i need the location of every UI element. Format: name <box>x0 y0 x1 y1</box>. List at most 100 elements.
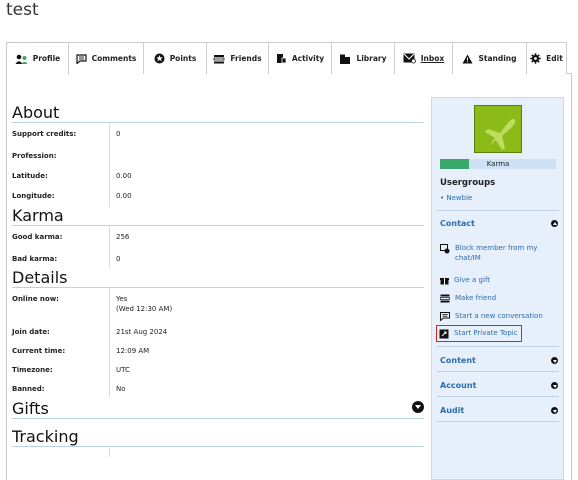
tab-comments[interactable]: Comments <box>68 42 144 74</box>
comment-icon <box>76 53 87 64</box>
tab-label: Comments <box>91 54 137 63</box>
action-label: Give a gift <box>454 276 491 284</box>
contact-title: Contact <box>440 219 475 228</box>
divider <box>437 346 559 347</box>
info-key: Support credits: <box>12 130 77 138</box>
gifts-heading[interactable]: Gifts <box>12 400 424 419</box>
info-value: 256 <box>109 226 424 248</box>
info-row: Good karma: 256 <box>12 226 424 248</box>
gift-icon <box>440 278 449 285</box>
info-key: Timezone: <box>12 366 53 374</box>
expand-content-icon[interactable] <box>551 357 558 364</box>
action-label: Start Private Topic <box>454 329 518 337</box>
private-topic-icon <box>439 329 449 339</box>
profile-main: About Support credits: 0 Profession: Lat… <box>12 104 424 457</box>
online-status: Yes <box>116 295 128 303</box>
tab-points[interactable]: Points <box>143 42 207 74</box>
about-heading: About <box>12 104 424 123</box>
action-label: Start a new conversation <box>455 312 543 320</box>
info-row: Latitude: 0.00 <box>12 165 424 185</box>
comment-icon <box>440 312 450 321</box>
friends-icon <box>440 294 450 303</box>
action-block-member[interactable]: Block member from my chat/IM <box>440 243 558 263</box>
tab-profile[interactable]: Profile <box>6 42 69 75</box>
info-value: No <box>109 378 424 398</box>
account-header[interactable]: Account <box>440 380 558 392</box>
info-value: Yes (Wed 12:30 AM) <box>109 288 424 321</box>
info-row: Join date: 21st Aug 2024 <box>12 321 424 340</box>
tab-library[interactable]: Library <box>331 42 395 74</box>
warning-icon <box>462 54 473 63</box>
expand-gifts-icon[interactable] <box>412 401 424 413</box>
tab-edit[interactable]: Edit <box>526 42 567 74</box>
info-row: Bad karma: 0 <box>12 248 424 269</box>
action-label: Block member from my chat/IM <box>455 244 538 262</box>
info-key: Latitude: <box>12 172 48 180</box>
info-value: 0.00 <box>109 165 424 185</box>
info-key: Online now: <box>12 295 59 303</box>
block-chat-icon <box>440 244 450 254</box>
info-value: 0 <box>109 248 424 269</box>
content-header[interactable]: Content <box>440 355 558 367</box>
collapse-contact-icon[interactable] <box>551 220 558 227</box>
info-row: Online now: Yes (Wed 12:30 AM) <box>12 288 424 321</box>
gifts-title: Gifts <box>12 399 49 418</box>
expand-audit-icon[interactable] <box>551 407 558 414</box>
tab-label: Edit <box>546 54 563 63</box>
content-title: Content <box>440 356 476 365</box>
audit-title: Audit <box>440 406 465 415</box>
info-row: Profession: <box>12 145 424 165</box>
tab-standing[interactable]: Standing <box>452 42 527 74</box>
info-row: Support credits: 0 <box>12 123 424 145</box>
karma-heading: Karma <box>12 207 424 226</box>
inbox-icon <box>403 53 416 64</box>
profile-tab-bar: Profile Comments Points Friends Activity… <box>6 42 572 75</box>
tab-label: Profile <box>32 54 61 63</box>
info-row: Current time: 12:09 AM <box>12 340 424 359</box>
contact-header[interactable]: Contact <box>440 218 558 230</box>
user-group-icon <box>15 54 28 64</box>
activity-icon <box>276 54 287 64</box>
action-new-conversation[interactable]: Start a new conversation <box>440 311 558 321</box>
karma-label: Karma <box>486 160 510 168</box>
friends-icon <box>214 54 225 63</box>
tab-friends[interactable]: Friends <box>206 42 269 74</box>
tab-inbox[interactable]: Inbox <box>394 42 453 74</box>
expand-account-icon[interactable] <box>551 382 558 389</box>
info-key: Good karma: <box>12 233 63 241</box>
info-value <box>109 145 424 165</box>
usergroup-label: Newbie <box>446 194 473 202</box>
info-key: Longitude: <box>12 192 55 200</box>
tab-label: Friends <box>230 54 262 63</box>
divider <box>437 396 559 397</box>
action-make-friend[interactable]: Make friend <box>440 293 558 303</box>
tab-label: Activity <box>291 54 325 63</box>
info-value: UTC <box>109 359 424 378</box>
divider <box>437 421 559 422</box>
info-row: Timezone: UTC <box>12 359 424 378</box>
info-key: Current time: <box>12 347 66 355</box>
info-key <box>12 447 109 457</box>
action-give-gift[interactable]: Give a gift <box>440 275 558 285</box>
star-badge-icon <box>154 53 165 64</box>
avatar <box>474 105 522 153</box>
info-value: 12:09 AM <box>109 340 424 359</box>
info-key: Bad karma: <box>12 255 58 263</box>
info-value: 0.00 <box>109 185 424 207</box>
info-value: 21st Aug 2024 <box>109 321 424 340</box>
gear-icon <box>530 53 541 64</box>
usergroup-item[interactable]: • Newbie <box>440 194 472 202</box>
audit-header[interactable]: Audit <box>440 405 558 417</box>
info-key: Join date: <box>12 328 50 336</box>
info-value <box>109 447 424 457</box>
tracking-heading: Tracking <box>12 428 424 447</box>
info-key: Banned: <box>12 385 45 393</box>
account-title: Account <box>440 381 477 390</box>
tab-activity[interactable]: Activity <box>268 42 332 74</box>
library-icon <box>340 54 351 64</box>
profile-sidebar: Karma Usergroups • Newbie Contact Block … <box>431 97 564 480</box>
last-seen: (Wed 12:30 AM) <box>116 305 173 313</box>
page-title: test <box>6 0 39 20</box>
tab-label: Library <box>356 54 387 63</box>
action-start-private-topic[interactable]: Start Private Topic <box>436 325 522 342</box>
